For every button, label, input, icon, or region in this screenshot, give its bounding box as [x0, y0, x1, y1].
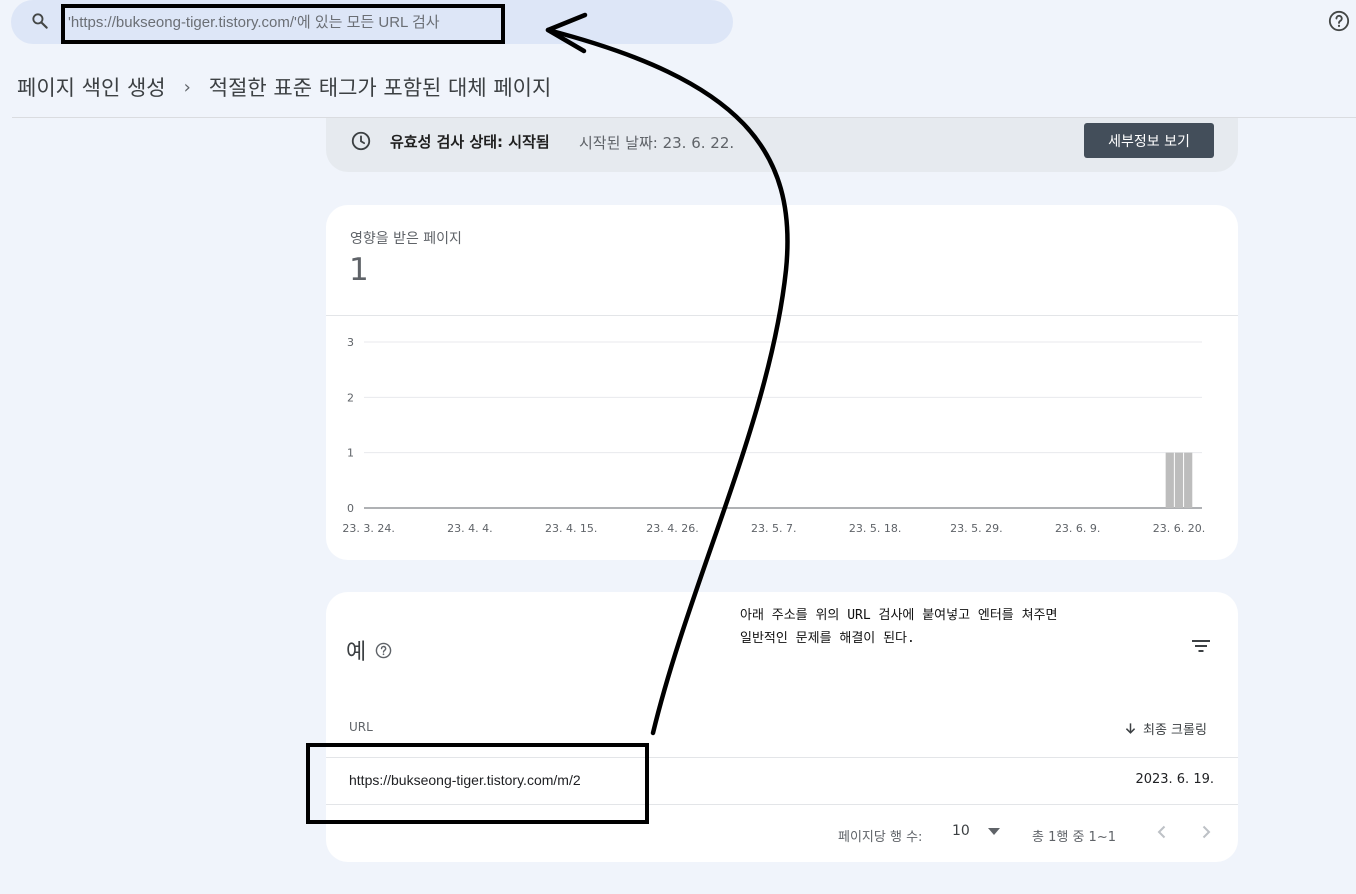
y-tick-label: 1: [347, 447, 354, 460]
annotation-note-line: 일반적인 문제를 해결이 된다.: [740, 631, 915, 646]
column-header-last-crawled[interactable]: 최종 크롤링: [1124, 719, 1207, 738]
search-icon: [32, 13, 48, 29]
see-details-button[interactable]: 세부정보 보기: [1084, 123, 1214, 158]
chevron-left-icon[interactable]: [1152, 822, 1172, 842]
x-tick-label: 23. 4. 26.: [646, 522, 698, 535]
clock-icon: [351, 131, 371, 151]
annotation-box-url: [306, 743, 649, 824]
dropdown-arrow-icon: [987, 827, 1000, 835]
help-icon[interactable]: [1328, 10, 1350, 32]
y-tick-label: 2: [347, 391, 354, 404]
x-tick-label: 23. 5. 18.: [849, 522, 901, 535]
page-title: 적절한 표준 태그가 포함된 대체 페이지: [208, 76, 552, 100]
breadcrumb-separator: ›: [183, 76, 191, 98]
affected-pages-count: 1: [349, 252, 369, 288]
x-tick-label: 23. 3. 24.: [342, 522, 394, 535]
chart-bar: [1184, 452, 1193, 508]
y-tick-label: 3: [347, 336, 354, 349]
chevron-right-icon[interactable]: [1196, 822, 1216, 842]
validation-status-title: 유효성 검사 상태: 시작됨: [390, 133, 550, 151]
breadcrumb-parent[interactable]: 페이지 색인 생성: [17, 72, 166, 102]
rows-per-page-value: 10: [952, 823, 970, 839]
column-header-last-crawled-label: 최종 크롤링: [1143, 723, 1207, 738]
examples-title: 예: [346, 640, 367, 665]
x-tick-label: 23. 5. 29.: [950, 522, 1002, 535]
affected-pages-label: 영향을 받은 페이지: [350, 231, 462, 247]
breadcrumb: 페이지 색인 생성 › 적절한 표준 태그가 포함된 대체 페이지: [17, 72, 551, 102]
pagination-range: 총 1행 중 1~1: [1032, 830, 1116, 845]
y-tick-label: 0: [347, 502, 354, 515]
rows-per-page-select[interactable]: 10: [952, 823, 1000, 839]
affected-pages-chart: 0 1 2 3 23. 3. 24. 23. 4. 4. 23. 4. 15. 23. 4. …: [342, 336, 1205, 535]
chart-bar: [1165, 452, 1174, 508]
filter-icon[interactable]: [1191, 637, 1211, 655]
x-tick-label: 23. 6. 20.: [1153, 522, 1205, 535]
validation-start-date: 시작된 날짜: 23. 6. 22.: [579, 134, 735, 152]
x-tick-label: 23. 5. 7.: [751, 522, 796, 535]
x-tick-label: 23. 4. 4.: [447, 522, 492, 535]
arrow-down-icon: [1125, 723, 1136, 734]
x-tick-label: 23. 6. 9.: [1055, 522, 1100, 535]
row-last-crawled: 2023. 6. 19.: [1135, 772, 1214, 787]
annotation-note: 아래 주소를 위의 URL 검사에 붙여넣고 엔터를 쳐주면 일반적인 문제를 …: [740, 604, 1057, 650]
annotation-box-search: [61, 4, 505, 44]
x-tick-label: 23. 4. 15.: [545, 522, 597, 535]
column-header-url: URL: [349, 720, 373, 734]
rows-per-page-label: 페이지당 행 수:: [838, 830, 923, 845]
chart-bar: [1174, 452, 1184, 508]
examples-help-icon[interactable]: [375, 642, 392, 659]
annotation-note-line: 아래 주소를 위의 URL 검사에 붙여넣고 엔터를 쳐주면: [740, 608, 1058, 623]
